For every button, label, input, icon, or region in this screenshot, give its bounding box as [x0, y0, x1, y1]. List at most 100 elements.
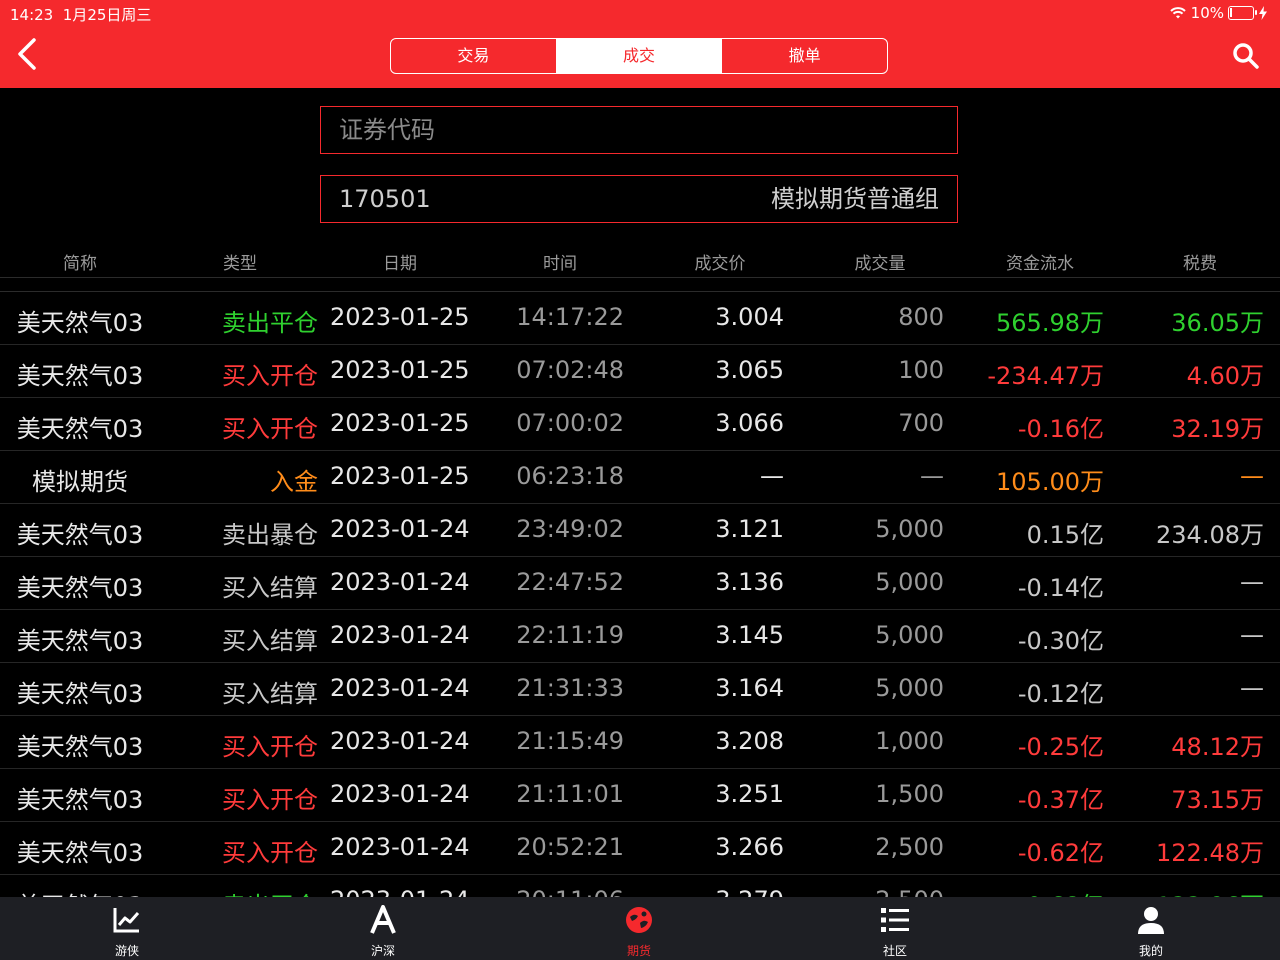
cell-date: 2023-01-24	[330, 674, 470, 702]
search-icon[interactable]	[1230, 40, 1262, 72]
cell-tax: —	[1240, 462, 1264, 490]
nav-me[interactable]: 我的	[1091, 897, 1211, 960]
tab-cancel[interactable]: 撤单	[721, 39, 887, 73]
nav-label: 游侠	[114, 944, 139, 958]
cell-volume: 5,000	[875, 515, 944, 543]
cell-type: 买入结算	[222, 627, 318, 655]
cell-name: 美天然气03	[16, 309, 144, 337]
cell-flow: 565.98万	[996, 309, 1104, 337]
bottom-nav: 游侠 沪深 期货 社区 我的	[0, 897, 1280, 960]
cell-volume: 1,000	[875, 727, 944, 755]
cell-price: 3.121	[715, 515, 784, 543]
table-row[interactable]: 美天然气03 买入结算 2023-01-24 21:31:33 3.164 5,000 -0…	[0, 663, 1280, 716]
cell-name: 美天然气03	[16, 786, 144, 814]
cell-type: 卖出平仓	[222, 309, 318, 337]
code-input[interactable]: 证券代码	[320, 106, 958, 154]
cell-flow: -0.37亿	[1017, 786, 1104, 814]
cell-type: 买入结算	[222, 680, 318, 708]
cell-type: 买入开仓	[222, 362, 318, 390]
battery-icon	[1228, 6, 1257, 20]
table-row[interactable]: 美天然气03 买入结算 2023-01-24 22:11:19 3.145 5,000 -0…	[0, 610, 1280, 663]
cell-time: 14:17:22	[516, 303, 624, 331]
cell-tax: 36.05万	[1171, 309, 1264, 337]
col-type: 类型	[223, 254, 257, 274]
col-date: 日期	[383, 254, 417, 274]
nav-hushen[interactable]: 沪深	[323, 897, 443, 960]
col-volume: 成交量	[854, 254, 906, 274]
cell-date: 2023-01-24	[330, 568, 470, 596]
cell-volume: 5,000	[875, 621, 944, 649]
cell-tax: 73.15万	[1171, 786, 1264, 814]
cell-time: 23:49:02	[516, 515, 624, 543]
status-clock: 14:23	[10, 6, 54, 24]
chart-line-icon	[113, 908, 140, 933]
cell-time: 20:52:21	[516, 833, 624, 861]
cell-tax: 234.08万	[1156, 521, 1264, 549]
cell-volume: 100	[898, 356, 944, 384]
table-row[interactable]: 模拟期货 入金 2023-01-25 06:23:18 — — 105.00万 —	[0, 451, 1280, 504]
cell-time: 22:47:52	[516, 568, 624, 596]
col-flow: 资金流水	[1006, 254, 1074, 274]
table-row[interactable]: 美天然气03 买入开仓 2023-01-25 07:00:02 3.066 700 -0.1…	[0, 398, 1280, 451]
cell-name: 美天然气03	[16, 521, 144, 549]
cell-name: 模拟期货	[32, 468, 128, 496]
nav-youxia[interactable]: 游侠	[67, 897, 187, 960]
table-row[interactable]: 美天然气03 买入结算 2023-01-24 22:47:52 3.136 5,000 -0…	[0, 557, 1280, 610]
cell-volume: —	[920, 462, 944, 490]
cell-name: 美天然气03	[16, 839, 144, 867]
tab-trade[interactable]: 交易	[391, 39, 556, 73]
cell-flow: 105.00万	[996, 468, 1104, 496]
top-bar: 14:23 1月25日周三 10% 交易 成交 撤单	[0, 0, 1280, 88]
cell-name: 美天然气03	[16, 627, 144, 655]
deals-table[interactable]: 美天然气03 卖出平仓 2023-01-25 14:17:22 3.004 800 565.…	[0, 291, 1280, 898]
account-selector[interactable]: 170501 模拟期货普通组	[320, 175, 958, 223]
cell-price: 3.066	[715, 409, 784, 437]
table-row[interactable]: 美天然气03卖出平仓2023-01-2420:11:063.2792,5000.…	[0, 875, 1280, 898]
status-time: 14:23 1月25日周三	[10, 4, 151, 25]
cell-type: 买入开仓	[222, 733, 318, 761]
cell-tax: —	[1240, 621, 1264, 649]
cell-name: 美天然气03	[16, 680, 144, 708]
nav-label: 社区	[882, 944, 907, 958]
cell-time: 21:15:49	[516, 727, 624, 755]
charging-icon	[1259, 6, 1267, 20]
list-icon	[881, 908, 909, 932]
cell-time: 21:11:01	[516, 780, 624, 808]
futures-globe-icon	[626, 907, 652, 933]
table-row[interactable]: 美天然气03 买入开仓 2023-01-25 07:02:48 3.065 100 -234…	[0, 345, 1280, 398]
nav-label: 我的	[1138, 944, 1163, 958]
table-row[interactable]: 美天然气03 卖出暴仓 2023-01-24 23:49:02 3.121 5,000 0.…	[0, 504, 1280, 557]
cell-price: 3.004	[715, 303, 784, 331]
tab-deals[interactable]: 成交	[555, 39, 722, 73]
cell-date: 2023-01-24	[330, 621, 470, 649]
cell-date: 2023-01-24	[330, 780, 470, 808]
nav-futures[interactable]: 期货	[579, 897, 699, 960]
table-header: 简称 类型 日期 时间 成交价 成交量 资金流水 税费	[0, 243, 1280, 278]
cell-date: 2023-01-25	[330, 462, 470, 490]
wifi-icon	[1169, 7, 1186, 19]
table-row[interactable]: 美天然气03 买入开仓 2023-01-24 21:11:01 3.251 1,500 -0…	[0, 769, 1280, 822]
cell-tax: 4.60万	[1186, 362, 1264, 390]
nav-community[interactable]: 社区	[835, 897, 955, 960]
table-row[interactable]: 美天然气03 买入开仓 2023-01-24 20:52:21 3.266 2,500 -0…	[0, 822, 1280, 875]
cell-name: 美天然气03	[16, 415, 144, 443]
cell-tax: —	[1240, 568, 1264, 596]
cell-price: 3.136	[715, 568, 784, 596]
cell-flow: -0.30亿	[1017, 627, 1104, 655]
user-icon	[1138, 907, 1164, 934]
cell-time: 07:00:02	[516, 409, 624, 437]
back-icon[interactable]	[10, 36, 46, 72]
status-right: 10%	[1169, 4, 1268, 22]
col-name: 简称	[63, 254, 97, 274]
cell-type: 买入结算	[222, 574, 318, 602]
table-row[interactable]: 美天然气03 买入开仓 2023-01-24 21:15:49 3.208 1,000 -0…	[0, 716, 1280, 769]
account-group: 模拟期货普通组	[771, 185, 939, 213]
cell-flow: -0.12亿	[1017, 680, 1104, 708]
cell-flow: 0.15亿	[1026, 521, 1104, 549]
cell-price: —	[760, 462, 784, 490]
cell-date: 2023-01-24	[330, 833, 470, 861]
cell-flow: -0.25亿	[1017, 733, 1104, 761]
cell-tax: 48.12万	[1171, 733, 1264, 761]
cell-tax: —	[1240, 674, 1264, 702]
table-row[interactable]: 美天然气03 卖出平仓 2023-01-25 14:17:22 3.004 800 565.…	[0, 292, 1280, 345]
